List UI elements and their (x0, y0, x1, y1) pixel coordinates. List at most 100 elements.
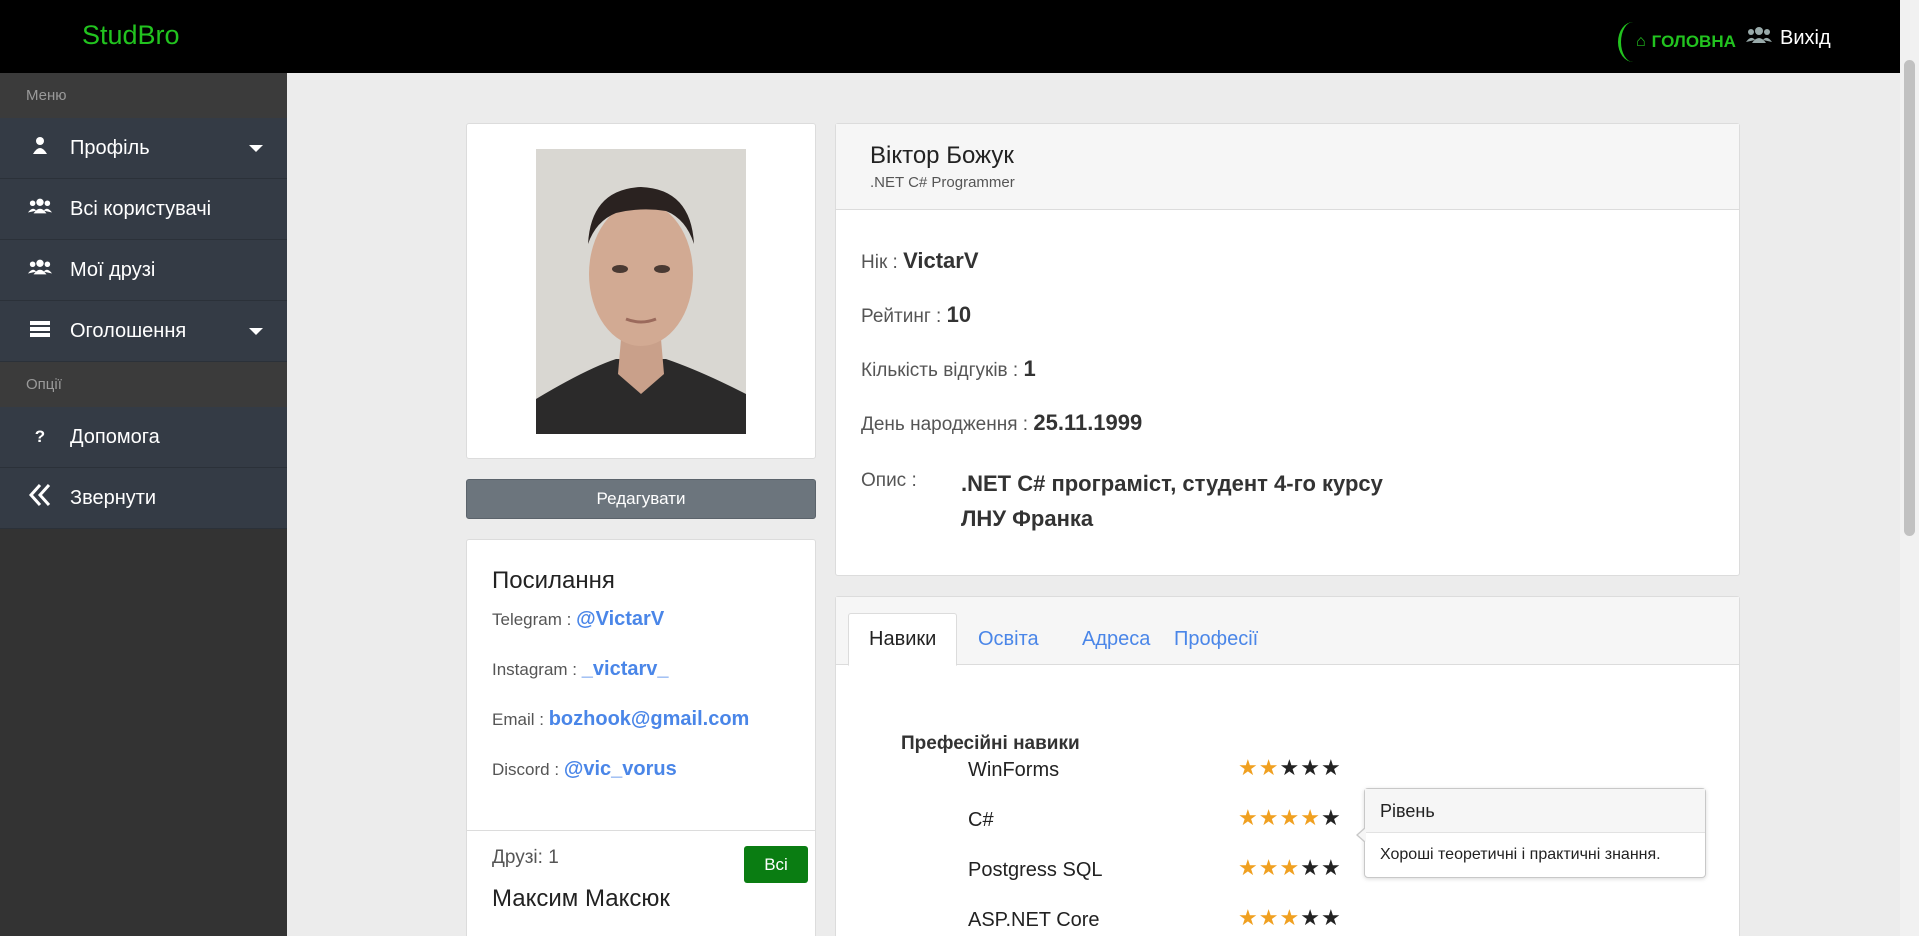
star-icon[interactable]: ★ (1259, 805, 1280, 830)
nick-value: VictarV (903, 248, 979, 273)
star-icon[interactable]: ★ (1259, 855, 1280, 880)
sidebar-item-label: Всі користувачі (70, 197, 212, 220)
sidebar-item-label: Оголошення (70, 319, 187, 342)
star-icon[interactable]: ★ (1321, 805, 1342, 830)
birthday-label: День народження : (861, 414, 1029, 435)
star-icon[interactable]: ★ (1300, 805, 1321, 830)
star-icon[interactable]: ★ (1279, 855, 1300, 880)
profile-photo-card (466, 123, 816, 459)
skill-name: ASP.NET Core (968, 909, 1100, 931)
instagram-label: Instagram : (492, 660, 578, 679)
email-label: Email : (492, 710, 544, 729)
links-card: Посилання Telegram : @VictarV Instagram … (466, 539, 816, 936)
users-icon (22, 258, 58, 282)
tab-education[interactable]: Освіта (958, 613, 1059, 666)
discord-link[interactable]: @vic_vorus (564, 758, 677, 780)
email-link[interactable]: bozhook@gmail.com (549, 708, 750, 730)
profile-photo (536, 149, 746, 434)
star-icon[interactable]: ★ (1279, 755, 1300, 780)
skill-name: Postgress SQL (968, 859, 1103, 881)
page-scrollbar[interactable] (1900, 0, 1919, 936)
discord-label: Discord : (492, 760, 560, 779)
description-label: Опис : (861, 470, 917, 491)
chevron-down-icon (249, 328, 263, 335)
skills-title: Префесійні навики (901, 733, 1080, 754)
star-icon[interactable]: ★ (1238, 905, 1259, 930)
home-arc-decoration (1618, 22, 1648, 62)
user-icon (22, 136, 58, 160)
telegram-row: Telegram : @VictarV (492, 608, 664, 631)
birthday-row: День народження : 25.11.1999 (861, 410, 1142, 436)
description-value: .NET C# програміст, студент 4-го курсу Л… (961, 471, 1383, 531)
sidebar-item-label: Звернути (70, 486, 157, 509)
sidebar-item-profile[interactable]: Профіль (0, 118, 287, 179)
skill-rating-stars[interactable]: ★★★★★ (1238, 855, 1342, 881)
sidebar-item-collapse[interactable]: Звернути (0, 468, 287, 529)
star-icon[interactable]: ★ (1300, 855, 1321, 880)
tooltip-arrow (1356, 827, 1366, 843)
sidebar-options-header: Опції (0, 362, 287, 407)
sidebar-item-label: Мої друзі (70, 258, 156, 281)
skill-name: C# (968, 809, 994, 831)
links-title: Посилання (492, 567, 615, 594)
star-icon[interactable]: ★ (1321, 905, 1342, 930)
brand-logo[interactable]: StudBro (82, 20, 180, 51)
double-chevron-left-icon (22, 483, 58, 513)
nick-label: Нік : (861, 252, 898, 273)
tab-skills[interactable]: Навики (848, 613, 958, 666)
level-tooltip: Рівень Хороші теоретичні і практичні зна… (1356, 788, 1706, 878)
skill-rating-stars[interactable]: ★★★★★ (1238, 755, 1342, 781)
sidebar-menu-header: Меню (0, 73, 287, 118)
star-icon[interactable]: ★ (1321, 755, 1342, 780)
reviews-label: Кількість відгуків : (861, 360, 1019, 381)
home-label: ГОЛОВНА (1651, 32, 1736, 51)
email-row: Email : bozhook@gmail.com (492, 708, 749, 731)
star-icon[interactable]: ★ (1259, 905, 1280, 930)
sidebar-item-announcements[interactable]: Оголошення (0, 301, 287, 362)
telegram-link[interactable]: @VictarV (576, 608, 664, 630)
exit-label: Вихід (1780, 26, 1831, 49)
friends-count: Друзі: 1 (492, 847, 559, 868)
star-icon[interactable]: ★ (1321, 855, 1342, 880)
all-friends-button[interactable]: Всі (744, 846, 808, 883)
star-icon[interactable]: ★ (1238, 805, 1259, 830)
star-icon[interactable]: ★ (1238, 755, 1259, 780)
sidebar-item-label: Допомога (70, 425, 160, 448)
star-icon[interactable]: ★ (1300, 755, 1321, 780)
tabs-card: Навики Освіта Адреса Професії Префесійні… (835, 596, 1740, 936)
discord-row: Discord : @vic_vorus (492, 758, 677, 781)
instagram-row: Instagram : _victarv_ (492, 658, 669, 681)
tab-professions[interactable]: Професії (1154, 613, 1278, 666)
exit-link[interactable]: Вихід (1746, 26, 1831, 50)
star-icon[interactable]: ★ (1279, 805, 1300, 830)
rating-value: 10 (946, 302, 972, 327)
star-icon[interactable]: ★ (1279, 905, 1300, 930)
chevron-down-icon (249, 145, 263, 152)
scrollbar-thumb[interactable] (1904, 60, 1915, 536)
instagram-link[interactable]: _victarv_ (582, 658, 669, 680)
star-icon[interactable]: ★ (1238, 855, 1259, 880)
edit-profile-button[interactable]: Редагувати (466, 479, 816, 519)
star-icon[interactable]: ★ (1300, 905, 1321, 930)
sidebar-item-help[interactable]: ? Допомога (0, 407, 287, 468)
star-icon[interactable]: ★ (1259, 755, 1280, 780)
home-link[interactable]: ⌂ ГОЛОВНА (1618, 22, 1736, 62)
sidebar-item-my-friends[interactable]: Мої друзі (0, 240, 287, 301)
skill-name: WinForms (968, 759, 1060, 781)
skill-rating-stars[interactable]: ★★★★★ (1238, 805, 1342, 831)
skill-rating-stars[interactable]: ★★★★★ (1238, 905, 1342, 931)
users-icon (22, 197, 58, 221)
list-icon (22, 320, 58, 343)
friend-name[interactable]: Максим Максюк (492, 885, 670, 913)
reviews-row: Кількість відгуків : 1 (861, 356, 1036, 382)
tab-bar: Навики Освіта Адреса Професії (836, 597, 1739, 666)
tooltip-title: Рівень (1365, 789, 1705, 833)
tooltip-body: Хороші теоретичні і практичні знання. (1380, 846, 1661, 863)
birthday-value: 25.11.1999 (1033, 410, 1143, 435)
top-navbar: StudBro ⌂ ГОЛОВНА Вихід (0, 0, 1900, 73)
nick-row: Нік : VictarV (861, 248, 979, 274)
sidebar-item-all-users[interactable]: Всі користувачі (0, 179, 287, 240)
profile-info-card: Віктор Божук .NET C# Programmer Нік : Vi… (835, 123, 1740, 576)
users-icon (1746, 26, 1772, 50)
profile-title: .NET C# Programmer (870, 174, 1015, 191)
